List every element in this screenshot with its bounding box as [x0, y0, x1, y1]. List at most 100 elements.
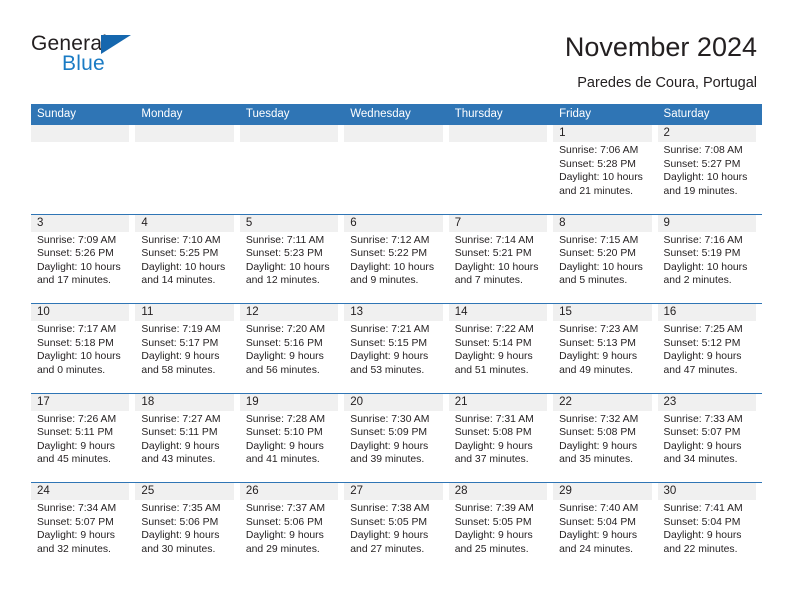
day-number-strip	[135, 125, 234, 142]
calendar-day-cell[interactable]: 17 Sunrise: 7:26 AM Sunset: 5:11 PM Dayligh…	[31, 393, 135, 483]
calendar-day-cell[interactable]: 30 Sunrise: 7:41 AM Sunset: 5:04 PM Dayligh…	[657, 483, 762, 573]
day-sunset-text: Sunset: 5:08 PM	[454, 427, 532, 438]
day-sunset-text: Sunset: 5:06 PM	[141, 516, 219, 528]
calendar-week-row: 10 Sunrise: 7:17 AM Sunset: 5:18 PM Dayligh…	[31, 304, 762, 394]
day-number-strip: 1	[553, 125, 652, 142]
day-number: 14	[454, 306, 468, 318]
day-number-strip: 26	[239, 483, 339, 500]
day-sunrise-text: Sunrise: 7:15 AM	[559, 234, 639, 246]
day-daylight1-text: Daylight: 10 hours	[350, 261, 435, 273]
calendar-day-cell[interactable]: 18 Sunrise: 7:27 AM Sunset: 5:11 PM Dayligh…	[135, 393, 239, 483]
calendar-day-cell[interactable]: 21 Sunrise: 7:31 AM Sunset: 5:08 PM Dayligh…	[448, 393, 553, 483]
day-sun-info: Sunrise: 7:08 AM Sunset: 5:27 PM Daylight:…	[658, 142, 760, 198]
calendar-day-cell[interactable]: 2 Sunrise: 7:08 AM Sunset: 5:27 PM Daylight…	[657, 125, 762, 214]
day-sun-info: Sunrise: 7:33 AM Sunset: 5:07 PM Daylight:…	[658, 411, 760, 467]
page-subtitle: Paredes de Coura, Portugal	[577, 75, 757, 91]
calendar-day-cell[interactable]: 29 Sunrise: 7:40 AM Sunset: 5:04 PM Dayligh…	[553, 483, 657, 573]
day-daylight1-text: Daylight: 10 hours	[37, 261, 121, 273]
day-sun-info: Sunrise: 7:41 AM Sunset: 5:04 PM Daylight:…	[658, 500, 760, 556]
day-daylight1-text: Daylight: 10 hours	[141, 261, 226, 273]
day-sunset-text: Sunset: 5:25 PM	[141, 248, 219, 259]
calendar-day-cell[interactable]: 7 Sunrise: 7:14 AM Sunset: 5:21 PM Daylight…	[448, 214, 553, 304]
day-sunset-text: Sunset: 5:06 PM	[245, 516, 323, 528]
calendar-day-cell[interactable]: 25 Sunrise: 7:35 AM Sunset: 5:06 PM Dayligh…	[135, 483, 239, 573]
calendar-weeks: 1 Sunrise: 7:06 AM Sunset: 5:28 PM Daylight…	[31, 125, 762, 573]
day-number-strip: 25	[135, 483, 234, 500]
day-daylight1-text: Daylight: 10 hours	[454, 261, 539, 273]
day-daylight1-text: Daylight: 9 hours	[141, 440, 220, 452]
calendar-day-cell[interactable]: 27 Sunrise: 7:38 AM Sunset: 5:05 PM Dayligh…	[344, 483, 448, 573]
day-number-strip: 28	[448, 483, 548, 500]
day-number: 3	[37, 216, 44, 229]
calendar-day-cell[interactable]: 3 Sunrise: 7:09 AM Sunset: 5:26 PM Daylight…	[31, 214, 135, 304]
day-sunset-text: Sunset: 5:04 PM	[663, 516, 741, 528]
calendar-day-cell[interactable]: 28 Sunrise: 7:39 AM Sunset: 5:05 PM Dayligh…	[448, 483, 553, 573]
day-number: 10	[37, 306, 50, 318]
calendar-week-row: 1 Sunrise: 7:06 AM Sunset: 5:28 PM Daylight…	[31, 125, 762, 215]
day-daylight1-text: Daylight: 9 hours	[245, 530, 324, 541]
day-sunrise-text: Sunrise: 7:23 AM	[559, 324, 639, 335]
day-daylight1-text: Daylight: 9 hours	[663, 440, 742, 452]
calendar-day-cell[interactable]: 10 Sunrise: 7:17 AM Sunset: 5:18 PM Dayligh…	[31, 304, 135, 393]
calendar-day-cell[interactable]: 15 Sunrise: 7:23 AM Sunset: 5:13 PM Dayligh…	[553, 304, 657, 393]
day-number: 23	[663, 395, 677, 408]
calendar-day-cell[interactable]: 24 Sunrise: 7:34 AM Sunset: 5:07 PM Dayligh…	[31, 483, 135, 573]
calendar-day-cell-empty	[31, 125, 135, 214]
calendar-day-cell[interactable]: 23 Sunrise: 7:33 AM Sunset: 5:07 PM Dayligh…	[657, 393, 762, 483]
day-sun-info: Sunrise: 7:40 AM Sunset: 5:04 PM Daylight:…	[553, 500, 655, 556]
day-daylight2-text: and 45 minutes.	[37, 454, 111, 465]
calendar-day-cell[interactable]: 9 Sunrise: 7:16 AM Sunset: 5:19 PM Daylight…	[657, 214, 762, 304]
day-daylight2-text: and 51 minutes.	[454, 364, 529, 376]
day-sun-info: Sunrise: 7:27 AM Sunset: 5:11 PM Daylight:…	[135, 411, 237, 467]
day-number: 11	[141, 306, 154, 318]
calendar-day-cell[interactable]: 4 Sunrise: 7:10 AM Sunset: 5:25 PM Daylight…	[135, 214, 239, 304]
day-sun-info: Sunrise: 7:20 AM Sunset: 5:16 PM Daylight:…	[240, 321, 342, 377]
calendar-day-cell[interactable]: 5 Sunrise: 7:11 AM Sunset: 5:23 PM Daylight…	[239, 214, 344, 304]
day-sunrise-text: Sunrise: 7:26 AM	[37, 413, 117, 425]
calendar-day-cell[interactable]: 11 Sunrise: 7:19 AM Sunset: 5:17 PM Dayligh…	[135, 304, 239, 393]
calendar-day-cell[interactable]: 20 Sunrise: 7:30 AM Sunset: 5:09 PM Dayligh…	[344, 393, 448, 483]
calendar-day-cell[interactable]: 19 Sunrise: 7:28 AM Sunset: 5:10 PM Dayligh…	[239, 393, 344, 483]
day-sunrise-text: Sunrise: 7:21 AM	[350, 324, 430, 335]
day-sun-info: Sunrise: 7:09 AM Sunset: 5:26 PM Daylight:…	[31, 232, 133, 288]
day-number-strip: 16	[657, 304, 756, 321]
day-daylight2-text: and 47 minutes.	[663, 364, 738, 376]
calendar-day-cell[interactable]: 14 Sunrise: 7:22 AM Sunset: 5:14 PM Dayligh…	[448, 304, 553, 393]
day-number-strip: 30	[657, 483, 756, 500]
day-number-strip	[31, 125, 130, 142]
calendar-day-cell-empty	[239, 125, 344, 214]
calendar-page: General Blue November 2024 Paredes de Co…	[0, 0, 792, 612]
weekday-header-monday: Monday	[141, 108, 183, 120]
calendar-day-cell[interactable]: 8 Sunrise: 7:15 AM Sunset: 5:20 PM Daylight…	[553, 214, 657, 304]
calendar-day-cell[interactable]: 13 Sunrise: 7:21 AM Sunset: 5:15 PM Dayligh…	[344, 304, 448, 393]
day-daylight2-text: and 17 minutes.	[37, 275, 111, 286]
day-daylight2-text: and 19 minutes.	[663, 185, 738, 197]
day-number: 8	[559, 216, 566, 229]
day-sun-info: Sunrise: 7:26 AM Sunset: 5:11 PM Daylight:…	[31, 411, 133, 467]
day-number-strip	[239, 125, 339, 142]
day-number-strip: 6	[344, 214, 443, 232]
general-blue-logo[interactable]: General Blue	[31, 33, 231, 85]
day-sunrise-text: Sunrise: 7:20 AM	[245, 324, 325, 335]
day-number: 5	[245, 216, 253, 229]
calendar-day-cell[interactable]: 6 Sunrise: 7:12 AM Sunset: 5:22 PM Daylight…	[344, 214, 448, 304]
day-daylight2-text: and 27 minutes.	[350, 543, 425, 555]
day-number-strip: 12	[239, 304, 339, 321]
day-sunrise-text: Sunrise: 7:10 AM	[141, 234, 221, 246]
calendar-day-cell[interactable]: 22 Sunrise: 7:32 AM Sunset: 5:08 PM Dayligh…	[553, 393, 657, 483]
calendar-day-cell[interactable]: 16 Sunrise: 7:25 AM Sunset: 5:12 PM Dayligh…	[657, 304, 762, 393]
weekday-header-wednesday: Wednesday	[350, 108, 411, 120]
calendar-day-cell[interactable]: 12 Sunrise: 7:20 AM Sunset: 5:16 PM Dayligh…	[239, 304, 344, 393]
day-sunrise-text: Sunrise: 7:14 AM	[454, 234, 534, 246]
day-sunrise-text: Sunrise: 7:40 AM	[559, 503, 639, 514]
day-sun-info: Sunrise: 7:25 AM Sunset: 5:12 PM Daylight:…	[658, 321, 760, 377]
day-daylight1-text: Daylight: 9 hours	[454, 351, 533, 362]
day-sunset-text: Sunset: 5:15 PM	[350, 337, 428, 349]
calendar-day-cell[interactable]: 26 Sunrise: 7:37 AM Sunset: 5:06 PM Dayligh…	[239, 483, 344, 573]
day-sun-info: Sunrise: 7:28 AM Sunset: 5:10 PM Daylight:…	[240, 411, 342, 467]
day-number: 1	[559, 127, 566, 139]
day-number-strip: 7	[448, 214, 548, 232]
calendar-day-cell[interactable]: 1 Sunrise: 7:06 AM Sunset: 5:28 PM Daylight…	[553, 125, 657, 214]
day-sunset-text: Sunset: 5:19 PM	[663, 248, 741, 259]
day-daylight1-text: Daylight: 10 hours	[559, 172, 643, 183]
